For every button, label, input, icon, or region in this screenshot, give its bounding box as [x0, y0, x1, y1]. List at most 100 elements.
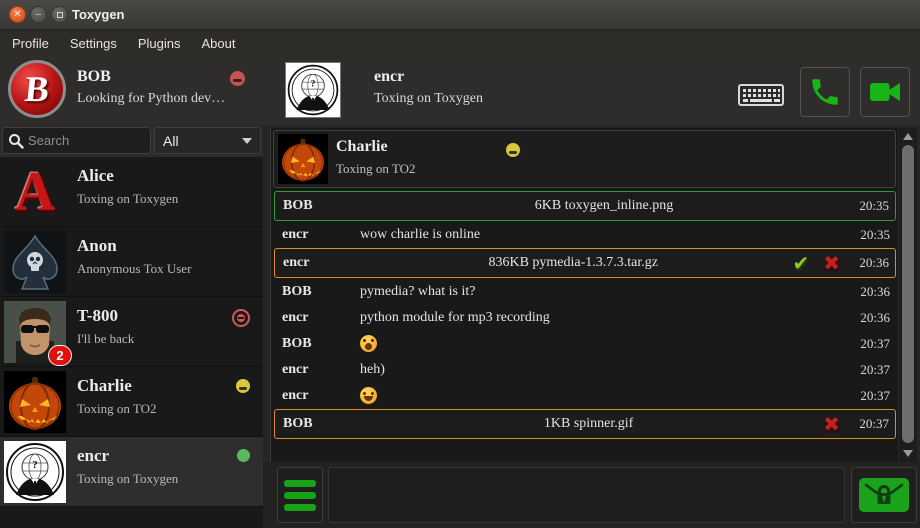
- message-row: BOB 20:37: [274, 331, 896, 356]
- window-title: Toxygen: [72, 0, 125, 30]
- search-input[interactable]: [28, 133, 138, 148]
- avatar-spade-skull: [4, 231, 66, 293]
- menu-item-settings[interactable]: Settings: [70, 36, 117, 51]
- avatar-pumpkin: [278, 134, 328, 184]
- chat-peer-banner[interactable]: Charlie Toxing on TO2: [273, 130, 896, 188]
- message-sender: BOB: [275, 416, 361, 432]
- maximize-icon: [57, 12, 63, 18]
- message-text: [360, 335, 848, 352]
- avatar-anonymous: ?: [4, 441, 66, 503]
- message-time: 20:35: [847, 198, 895, 214]
- menu-bar: Profile Settings Plugins About: [0, 31, 920, 55]
- close-icon: ✕: [13, 10, 21, 20]
- avatar-pumpkin: [278, 134, 328, 184]
- contact-row-t-800[interactable]: T-800I'll be back2: [0, 297, 263, 367]
- message-time: 20:37: [848, 336, 896, 352]
- filter-selected-value: All: [163, 133, 242, 149]
- shocked-face-emoji-icon: [360, 335, 377, 352]
- chat-peer-status-message: Toxing on TO2: [336, 161, 416, 177]
- message-time: 20:36: [847, 255, 895, 271]
- sidebar: All AAliceToxing on ToxygenAnonAnonymous…: [0, 125, 263, 528]
- screen-keyboard-button[interactable]: [735, 80, 787, 110]
- file-transfer-info: 836KB pymedia-1.3.7.3.tar.gz: [361, 255, 785, 271]
- message-time: 20:35: [848, 227, 896, 243]
- contact-row-anon[interactable]: Anon Anonymous Tox User: [0, 227, 263, 297]
- message-sender: encr: [274, 310, 360, 326]
- contact-list: AAliceToxing on ToxygenAnonAnonymous Tox…: [0, 157, 263, 528]
- menu-item-plugins[interactable]: Plugins: [138, 36, 181, 51]
- self-avatar[interactable]: B: [8, 60, 66, 118]
- chat-peer-name: Charlie: [336, 138, 388, 156]
- message-time: 20:37: [848, 362, 896, 378]
- file-transfer-info: 6KB toxygen_inline.png: [361, 198, 847, 214]
- title-bar: ✕ – Toxygen: [0, 0, 920, 30]
- close-button[interactable]: ✕: [9, 6, 26, 23]
- attachment-menu-button[interactable]: [277, 467, 323, 523]
- contact-status-message: Toxing on Toxygen: [77, 191, 178, 207]
- contact-status-message: Anonymous Tox User: [77, 261, 191, 277]
- minimize-button[interactable]: –: [30, 6, 47, 23]
- message-sender: encr: [274, 388, 360, 404]
- menu-item-about[interactable]: About: [201, 36, 235, 51]
- search-icon: [8, 133, 24, 149]
- maximize-button[interactable]: [51, 6, 68, 23]
- scroll-down-icon[interactable]: [903, 450, 913, 457]
- minimize-icon: –: [36, 10, 42, 20]
- header: B BOB Looking for Python dev… ? encr Tox…: [0, 55, 920, 125]
- message-sender: BOB: [274, 336, 360, 352]
- video-call-button[interactable]: [860, 67, 910, 117]
- message-row: encr836KB pymedia-1.3.7.3.tar.gz✔✖20:36: [274, 248, 896, 278]
- message-row: BOBpymedia? what is it?20:36: [274, 279, 896, 304]
- file-transfer-info: 1KB spinner.gif: [361, 416, 816, 432]
- message-time: 20:36: [848, 284, 896, 300]
- search-box: [2, 127, 151, 154]
- contact-name: T-800: [77, 306, 118, 326]
- svg-text:?: ?: [311, 79, 316, 90]
- message-row: encrpython module for mp3 recording20:36: [274, 305, 896, 330]
- status-icon-busy-ring: [232, 309, 250, 327]
- contact-row-alice[interactable]: AAliceToxing on Toxygen: [0, 157, 263, 227]
- message-sender: encr: [274, 227, 360, 243]
- message-sender: BOB: [274, 284, 360, 300]
- svg-text:?: ?: [32, 459, 38, 471]
- menu-item-profile[interactable]: Profile: [12, 36, 49, 51]
- message-input[interactable]: [328, 467, 845, 523]
- self-name: BOB: [77, 68, 111, 86]
- message-text: heh): [360, 362, 848, 378]
- contact-name: Alice: [77, 166, 114, 186]
- search-row: All: [0, 125, 263, 157]
- active-contact-status-message: Toxing on Toxygen: [374, 91, 483, 107]
- window-controls: ✕ –: [9, 6, 68, 23]
- chat-scrollbar[interactable]: [899, 128, 917, 462]
- scrollbar-thumb[interactable]: [902, 145, 914, 443]
- scroll-up-icon[interactable]: [903, 133, 913, 140]
- video-camera-icon: [867, 74, 903, 110]
- chevron-down-icon: [242, 138, 252, 144]
- smiling-face-emoji-icon: [360, 387, 377, 404]
- decline-file-icon[interactable]: ✖: [823, 253, 840, 273]
- message-text: wow charlie is online: [360, 227, 848, 243]
- contact-status-message: Toxing on Toxygen: [77, 471, 178, 487]
- status-icon-online: [237, 449, 250, 462]
- contact-filter-dropdown[interactable]: All: [154, 127, 261, 154]
- accept-file-icon[interactable]: ✔: [792, 253, 809, 273]
- chat-area: Charlie Toxing on TO2 BOB6KB toxygen_inl…: [270, 128, 898, 462]
- message-row: BOB1KB spinner.gif ✖ 20:37: [274, 409, 896, 439]
- audio-call-button[interactable]: [800, 67, 850, 117]
- message-row: encr20:37: [274, 383, 896, 408]
- contact-row-encr[interactable]: ? encr Toxing on Toxygen: [0, 437, 263, 507]
- contact-row-charlie[interactable]: CharlieToxing on TO2: [0, 367, 263, 437]
- message-sender: encr: [274, 362, 360, 378]
- message-row: BOB6KB toxygen_inline.png20:35: [274, 191, 896, 221]
- send-button[interactable]: [851, 467, 917, 523]
- decline-file-icon[interactable]: ✖: [823, 414, 840, 434]
- active-contact-avatar-anonymous: ?: [285, 62, 341, 118]
- composer: [263, 462, 920, 528]
- self-avatar-letter: B: [23, 68, 51, 110]
- contact-name: Anon: [77, 236, 117, 256]
- message-time: 20:37: [847, 416, 895, 432]
- phone-icon: [808, 75, 842, 109]
- contact-name: encr: [77, 446, 109, 466]
- message-text: [360, 387, 848, 404]
- self-status-icon-busy[interactable]: [230, 71, 245, 86]
